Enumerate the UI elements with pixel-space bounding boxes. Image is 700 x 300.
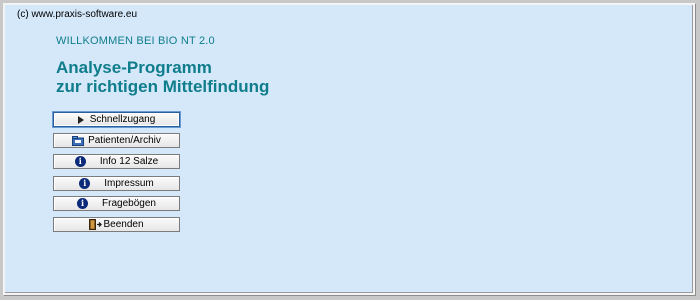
copyright-text: (c) www.praxis-software.eu bbox=[17, 9, 138, 20]
frageboegen-button[interactable]: i Fragebögen bbox=[53, 196, 180, 211]
folder-icon bbox=[72, 135, 85, 146]
welcome-heading: WILLKOMMEN BEI BIO NT 2.0 bbox=[56, 35, 215, 47]
info-icon: i bbox=[77, 198, 89, 209]
schnellzugang-label: Schnellzugang bbox=[89, 114, 156, 125]
frageboegen-label: Fragebögen bbox=[102, 198, 156, 209]
title-line-1: Analyse-Programm bbox=[56, 58, 212, 77]
patienten-archiv-button[interactable]: Patienten/Archiv bbox=[53, 133, 180, 148]
info-icon: i bbox=[79, 178, 91, 189]
exit-door-icon bbox=[89, 219, 103, 230]
beenden-button[interactable]: Beenden bbox=[53, 217, 180, 232]
title-line-2: zur richtigen Mittelfindung bbox=[56, 77, 270, 96]
page-title: Analyse-Programm zur richtigen Mittelfin… bbox=[56, 58, 269, 96]
main-window: (c) www.praxis-software.eu WILLKOMMEN BE… bbox=[3, 3, 695, 295]
beenden-label: Beenden bbox=[103, 219, 144, 230]
patienten-archiv-label: Patienten/Archiv bbox=[88, 135, 161, 146]
impressum-label: Impressum bbox=[104, 178, 154, 189]
info-icon: i bbox=[74, 156, 86, 167]
play-icon bbox=[77, 115, 84, 124]
info-12-salze-label: Info 12 Salze bbox=[99, 156, 159, 167]
info-12-salze-button[interactable]: i Info 12 Salze bbox=[53, 154, 180, 169]
schnellzugang-button[interactable]: Schnellzugang bbox=[53, 112, 180, 127]
impressum-button[interactable]: i Impressum bbox=[53, 176, 180, 191]
